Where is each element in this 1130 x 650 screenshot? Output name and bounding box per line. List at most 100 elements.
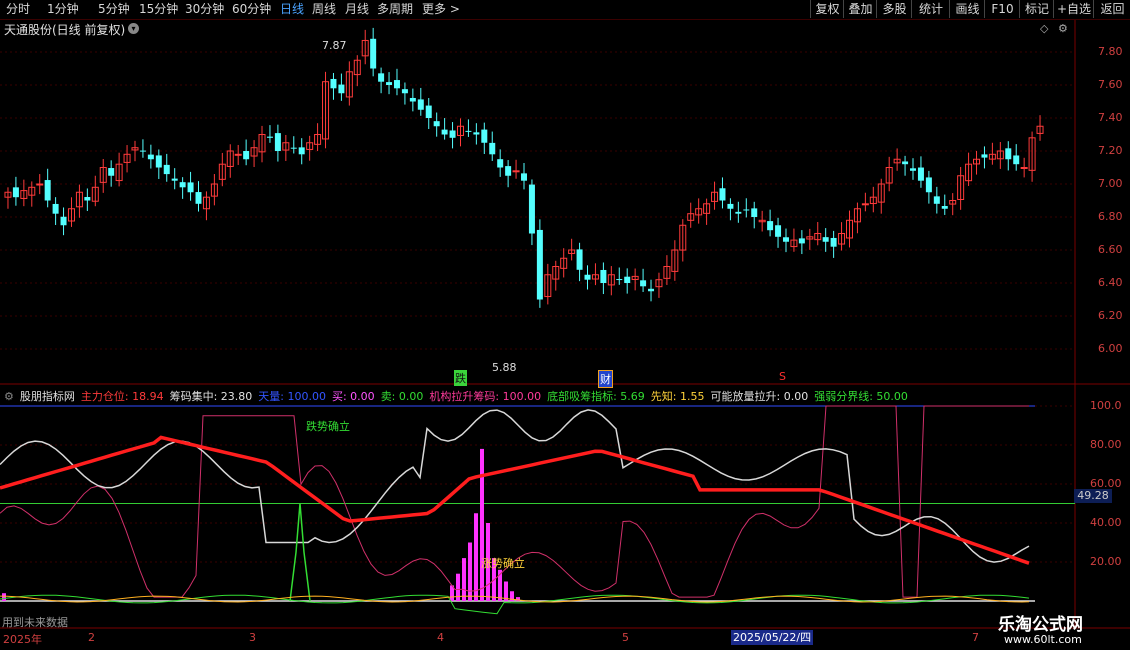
candle-body — [290, 147, 297, 149]
finance-marker[interactable]: 财 — [598, 370, 613, 388]
field-chip-concentration: 筹码集中: 23.80 — [169, 390, 253, 403]
candle-body — [981, 154, 988, 158]
current-value-badge: 49.28 — [1074, 489, 1112, 503]
candle-body — [861, 203, 869, 206]
candle-body — [195, 192, 202, 204]
buy-signal-bar — [2, 593, 6, 601]
sell-marker: S — [779, 370, 786, 383]
candle-body — [616, 279, 623, 281]
indicator-legend: ⚙ 股朋指标网 主力仓位: 18.94 筹码集中: 23.80 天量: 100.00 买:… — [4, 388, 914, 404]
candle-body — [465, 130, 472, 132]
candle-body — [274, 133, 281, 151]
price-tick: 7.80 — [1098, 45, 1123, 58]
candle-body — [917, 167, 924, 181]
gear-icon[interactable]: ⚙ — [4, 390, 14, 403]
candle-body — [409, 97, 416, 102]
field-volume-rise: 可能放量拉升: 0.00 — [710, 390, 809, 403]
candle-body — [147, 154, 154, 160]
buy-signal-bar — [474, 513, 478, 601]
high-price-label: 7.87 — [322, 39, 347, 52]
candle-body — [584, 274, 591, 280]
candle-body — [171, 178, 178, 181]
x-tick: 4 — [437, 631, 444, 644]
indicator-name[interactable]: 股朋指标网 — [20, 390, 75, 403]
candle-body — [266, 136, 273, 138]
candle-body — [433, 121, 440, 127]
candle-body — [830, 237, 837, 247]
field-main-position: 主力仓位: 18.94 — [80, 390, 164, 403]
candle-body — [36, 183, 44, 186]
candle-body — [473, 132, 480, 135]
candle-body — [624, 276, 631, 283]
buy-signal-bar — [468, 542, 472, 601]
price-tick: 7.60 — [1098, 78, 1123, 91]
price-tick: 7.40 — [1098, 111, 1123, 124]
chart-canvas — [0, 20, 1130, 629]
candle-body — [751, 208, 758, 217]
candle-body — [155, 155, 162, 168]
candle-body — [489, 142, 496, 155]
candle-body — [521, 173, 527, 181]
field-strength-line: 强弱分界线: 50.00 — [814, 390, 908, 403]
candle-body — [536, 229, 543, 300]
watermark-url: www.60lt.com — [1004, 633, 1082, 646]
price-tick: 6.40 — [1098, 276, 1123, 289]
downtrend-confirmed-label: 跌势确立 — [306, 420, 350, 433]
candle-body — [512, 170, 520, 173]
main-position-line — [0, 435, 1030, 565]
cursor-date-badge: 2025/05/22/四 — [731, 630, 814, 645]
future-data-warning: 用到未来数据 — [2, 616, 68, 629]
candle-body — [941, 206, 948, 209]
indicator-tick: 40.00 — [1090, 516, 1122, 529]
candle-body — [767, 221, 774, 231]
price-tick: 7.20 — [1098, 144, 1123, 157]
candle-body — [417, 99, 424, 110]
candle-body — [600, 269, 607, 283]
sell-signal-line — [289, 503, 311, 602]
candle-body — [505, 166, 512, 176]
candle-body — [401, 89, 408, 94]
candle-body — [187, 182, 194, 193]
candle-body — [1013, 155, 1020, 165]
candle-body — [798, 238, 805, 244]
field-sell: 卖: 0.00 — [380, 390, 424, 403]
candle-body — [60, 216, 67, 226]
candle-body — [727, 203, 734, 209]
candle-body — [298, 147, 305, 155]
candle-body — [234, 153, 242, 156]
candle-body — [378, 73, 385, 82]
candle-body — [393, 80, 400, 89]
buy-signal-bar — [480, 448, 484, 601]
candle-body — [243, 150, 250, 160]
field-institution: 机构拉升筹码: 100.00 — [429, 390, 542, 403]
low-price-label: 5.88 — [492, 361, 517, 374]
candle-body — [782, 237, 789, 242]
candle-body — [449, 130, 456, 138]
candle-body — [902, 161, 909, 165]
candle-body — [481, 129, 488, 143]
price-tick: 6.00 — [1098, 342, 1123, 355]
field-huge-volume: 天量: 100.00 — [258, 390, 326, 403]
candle-body — [640, 280, 647, 287]
watermark-title: 乐淘公式网 — [998, 615, 1083, 635]
candle-body — [497, 159, 504, 168]
candle-body — [52, 203, 59, 214]
candle-body — [1005, 148, 1012, 160]
candle-body — [576, 249, 583, 270]
candle-body — [108, 168, 115, 176]
indicator-tick: 100.0 — [1090, 399, 1122, 412]
price-tick: 7.00 — [1098, 177, 1123, 190]
candle-body — [441, 129, 448, 135]
candle-body — [910, 168, 917, 171]
x-tick: 2 — [88, 631, 95, 644]
x-tick: 5 — [622, 631, 629, 644]
candle-body — [925, 177, 932, 193]
indicator-tick: 80.00 — [1090, 438, 1122, 451]
price-tick: 6.80 — [1098, 210, 1123, 223]
field-prophet: 先知: 1.55 — [650, 390, 705, 403]
candle-body — [370, 38, 377, 69]
candle-body — [1020, 167, 1028, 169]
candle-body — [12, 187, 19, 198]
candle-body — [425, 105, 432, 118]
candle-body — [735, 211, 742, 214]
